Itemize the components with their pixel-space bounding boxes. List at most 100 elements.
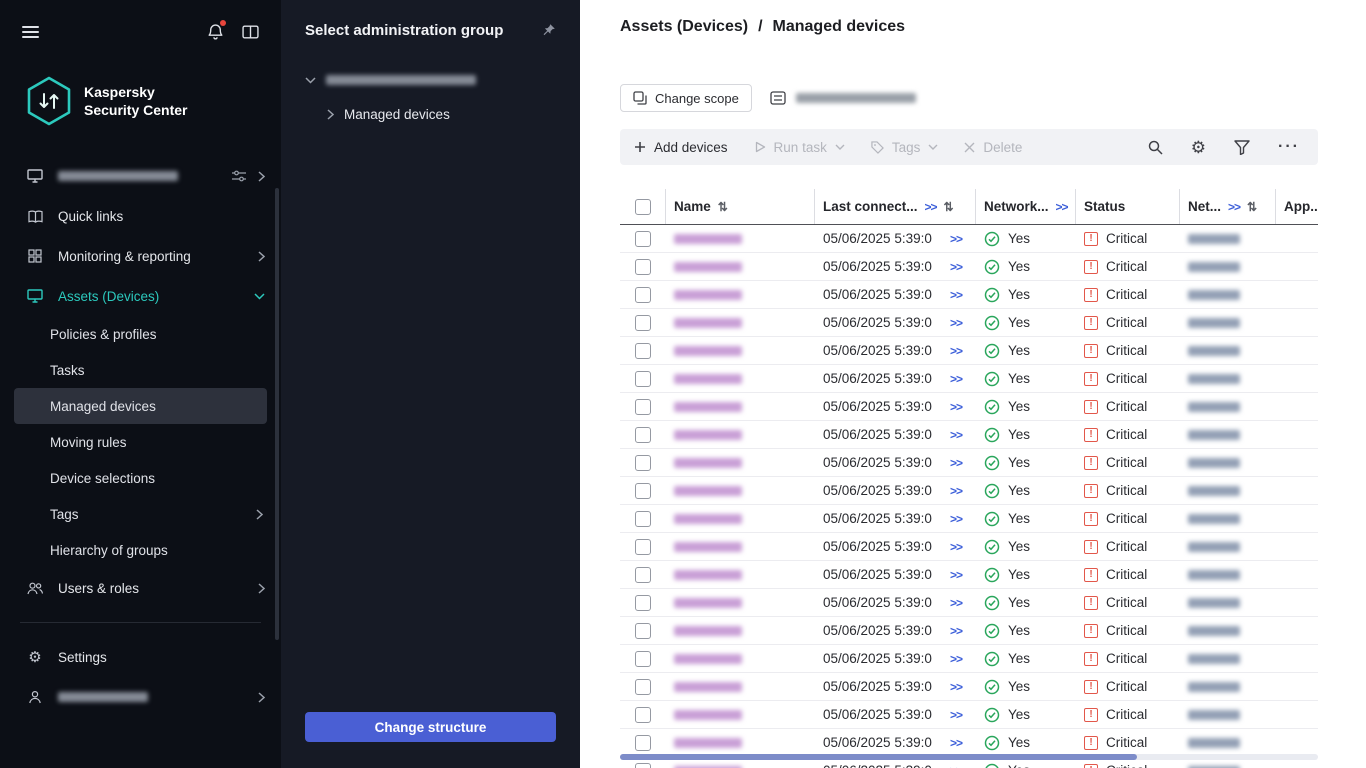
table-row[interactable]: 05/06/2025 5:39:0 >> Yes Critical [620,393,1318,421]
expand-row-icon[interactable]: >> [950,568,962,582]
sidebar-item-device-selections[interactable]: Device selections [14,460,267,496]
row-checkbox[interactable] [635,651,651,667]
row-checkbox[interactable] [635,455,651,471]
sidebar-item-monitoring[interactable]: Monitoring & reporting [0,236,281,276]
row-checkbox[interactable] [635,371,651,387]
breadcrumb-parent[interactable]: Assets (Devices) [620,18,748,36]
column-header-app[interactable]: App... [1284,199,1318,214]
table-row[interactable]: 05/06/2025 5:39:0 >> Yes Critical [620,617,1318,645]
row-checkbox[interactable] [635,595,651,611]
device-name-redacted[interactable] [674,626,742,636]
device-name-redacted[interactable] [674,654,742,664]
row-checkbox[interactable] [635,259,651,275]
more-actions-icon[interactable]: ··· [1278,139,1300,155]
expand-row-icon[interactable]: >> [950,624,962,638]
sidebar-item-account[interactable] [0,677,281,717]
group-tree-managed-devices[interactable]: Managed devices [305,97,556,131]
device-name-redacted[interactable] [674,486,742,496]
row-checkbox[interactable] [635,511,651,527]
expand-row-icon[interactable]: >> [950,680,962,694]
sidebar-item-users-roles[interactable]: Users & roles [0,568,281,608]
expand-column-icon[interactable]: >> [925,200,937,214]
column-header-name[interactable]: Name [674,199,711,214]
expand-row-icon[interactable]: >> [950,512,962,526]
table-row[interactable]: 05/06/2025 5:39:0 >> Yes Critical [620,449,1318,477]
expand-row-icon[interactable]: >> [950,316,962,330]
row-checkbox[interactable] [635,427,651,443]
sidebar-item-policies-profiles[interactable]: Policies & profiles [14,316,267,352]
row-checkbox[interactable] [635,343,651,359]
expand-row-icon[interactable]: >> [950,764,962,768]
expand-row-icon[interactable]: >> [950,456,962,470]
expand-row-icon[interactable]: >> [950,428,962,442]
table-row[interactable]: 05/06/2025 5:39:0 >> Yes Critical [620,253,1318,281]
table-row[interactable]: 05/06/2025 5:39:0 >> Yes Critical [620,701,1318,729]
table-row[interactable]: 05/06/2025 5:39:0 >> Yes Critical [620,337,1318,365]
notifications-icon[interactable] [207,23,224,41]
expand-row-icon[interactable]: >> [950,260,962,274]
sidebar-item-managed-devices[interactable]: Managed devices [14,388,267,424]
expand-row-icon[interactable]: >> [950,708,962,722]
expand-row-icon[interactable]: >> [950,372,962,386]
device-name-redacted[interactable] [674,738,742,748]
group-tree-root[interactable] [305,63,556,97]
device-name-redacted[interactable] [674,430,742,440]
device-name-redacted[interactable] [674,262,742,272]
pin-panel-icon[interactable] [541,23,556,38]
device-name-redacted[interactable] [674,570,742,580]
run-task-button[interactable]: Run task [754,140,845,155]
table-row[interactable]: 05/06/2025 5:39:0 >> Yes Critical [620,281,1318,309]
column-header-net[interactable]: Net... [1188,199,1221,214]
sort-icon[interactable]: ⇅ [1247,200,1257,214]
expand-row-icon[interactable]: >> [950,400,962,414]
device-name-redacted[interactable] [674,402,742,412]
device-name-redacted[interactable] [674,374,742,384]
filter-icon[interactable] [1234,140,1250,155]
row-checkbox[interactable] [635,735,651,751]
sidebar-item-moving-rules[interactable]: Moving rules [14,424,267,460]
device-name-redacted[interactable] [674,710,742,720]
row-checkbox[interactable] [635,399,651,415]
sidebar-item-tags[interactable]: Tags [14,496,267,532]
sidebar-item-tasks[interactable]: Tasks [14,352,267,388]
expand-row-icon[interactable]: >> [950,288,962,302]
expand-row-icon[interactable]: >> [950,232,962,246]
sidebar-item-hierarchy-of-groups[interactable]: Hierarchy of groups [14,532,267,568]
device-name-redacted[interactable] [674,290,742,300]
device-name-redacted[interactable] [674,346,742,356]
sidebar-item-quick-links[interactable]: Quick links [0,196,281,236]
horizontal-scrollbar[interactable] [620,754,1318,760]
device-name-redacted[interactable] [674,682,742,692]
change-scope-button[interactable]: Change scope [620,84,752,112]
device-name-redacted[interactable] [674,234,742,244]
chevron-right-icon[interactable] [327,109,334,120]
table-row[interactable]: 05/06/2025 5:39:0 >> Yes Critical [620,421,1318,449]
expand-row-icon[interactable]: >> [950,540,962,554]
row-checkbox[interactable] [635,287,651,303]
table-row[interactable]: 05/06/2025 5:39:0 >> Yes Critical [620,589,1318,617]
row-checkbox[interactable] [635,707,651,723]
table-row[interactable]: 05/06/2025 5:39:0 >> Yes Critical [620,477,1318,505]
expand-row-icon[interactable]: >> [950,596,962,610]
sidebar-item-assets-devices[interactable]: Assets (Devices) [0,276,281,316]
table-row[interactable]: 05/06/2025 5:39:0 >> Yes Critical [620,533,1318,561]
expand-column-icon[interactable]: >> [1228,200,1240,214]
column-header-last-connected[interactable]: Last connect... [823,199,918,214]
sort-icon[interactable]: ⇅ [718,200,728,214]
column-header-status[interactable]: Status [1084,199,1125,214]
tags-button[interactable]: Tags [871,140,939,155]
expand-row-icon[interactable]: >> [950,652,962,666]
sidebar-item-settings[interactable]: ⚙ Settings [0,637,281,677]
row-checkbox[interactable] [635,539,651,555]
table-row[interactable]: 05/06/2025 5:39:0 >> Yes Critical [620,309,1318,337]
sort-icon[interactable]: ⇅ [944,200,954,214]
row-checkbox[interactable] [635,315,651,331]
sidebar-scrollbar[interactable] [275,188,279,640]
horizontal-scrollbar-thumb[interactable] [620,754,1137,760]
device-name-redacted[interactable] [674,598,742,608]
device-name-redacted[interactable] [674,318,742,328]
table-row[interactable]: 05/06/2025 5:39:0 >> Yes Critical [620,645,1318,673]
table-row[interactable]: 05/06/2025 5:39:0 >> Yes Critical [620,673,1318,701]
table-settings-gear-icon[interactable]: ⚙ [1191,139,1206,156]
sidebar-item-server[interactable] [0,156,281,196]
